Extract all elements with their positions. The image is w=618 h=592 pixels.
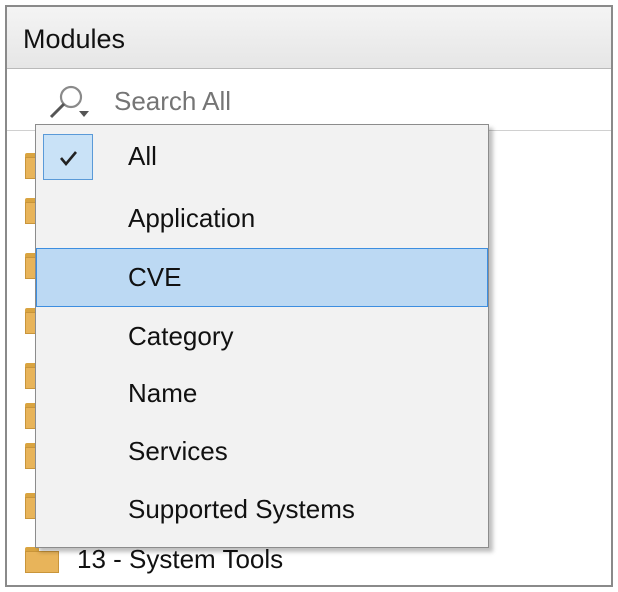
search-scope-dropdown: All Application CVE Category Name Servic… — [35, 124, 489, 548]
menu-item-label: Name — [128, 378, 198, 408]
folder-icon — [25, 547, 59, 573]
menu-item-label: Category — [128, 321, 234, 351]
menu-item-supported-systems[interactable]: Supported Systems — [36, 480, 488, 539]
menu-item-name[interactable]: Name — [36, 364, 488, 423]
menu-item-label: Services — [128, 436, 228, 466]
checked-indicator — [43, 134, 93, 180]
checkmark-icon — [60, 151, 77, 167]
menu-item-services[interactable]: Services — [36, 422, 488, 481]
menu-item-label: Application — [128, 203, 256, 233]
menu-item-label: CVE — [128, 262, 182, 292]
menu-item-all[interactable]: All — [36, 127, 488, 186]
search-bar[interactable] — [7, 69, 611, 133]
menu-item-category[interactable]: Category — [36, 307, 488, 366]
tree-folder-row[interactable] — [19, 581, 579, 585]
menu-item-label: All — [128, 141, 157, 171]
menu-item-cve[interactable]: CVE — [36, 248, 488, 307]
menu-item-application[interactable]: Application — [36, 189, 488, 248]
panel-title: Modules — [7, 7, 611, 69]
menu-item-label: Supported Systems — [128, 494, 355, 524]
search-icon[interactable] — [41, 83, 93, 123]
